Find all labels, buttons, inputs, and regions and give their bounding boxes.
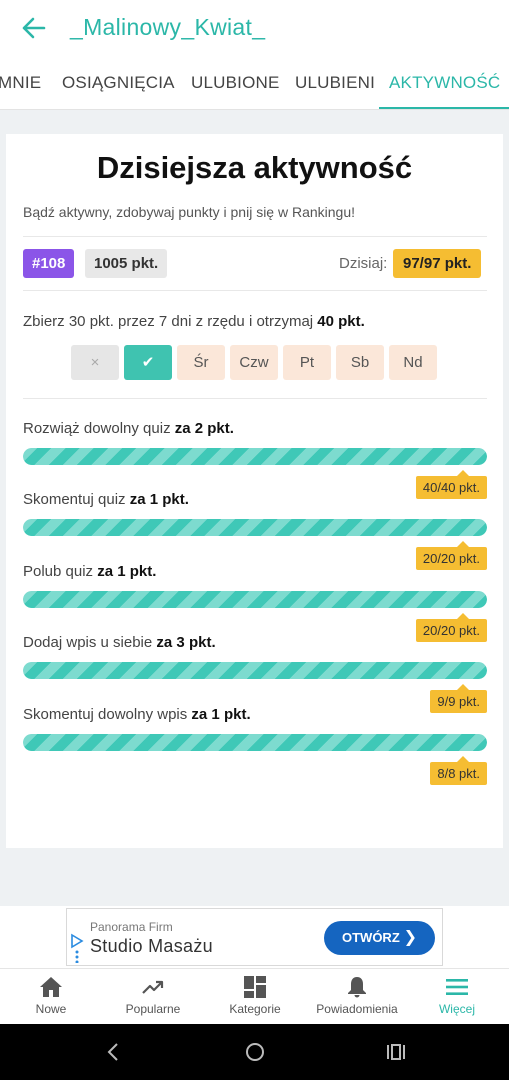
task-progress-bar bbox=[23, 662, 487, 679]
task-progress-bar bbox=[23, 448, 487, 465]
tab-aktywnosc[interactable]: AKTYWNOŚĆ bbox=[389, 73, 500, 93]
task-reward: za 1 pkt. bbox=[129, 491, 189, 508]
day-sr: Śr bbox=[177, 345, 225, 380]
nav-kategorie[interactable]: Kategorie bbox=[204, 969, 306, 1025]
system-back-icon[interactable] bbox=[102, 1040, 126, 1064]
nav-label: Powiadomienia bbox=[316, 1002, 398, 1016]
divider bbox=[23, 398, 487, 399]
day-sb: Sb bbox=[336, 345, 384, 380]
activity-subtitle: Bądź aktywny, zdobywaj punkty i pnij się… bbox=[23, 204, 356, 220]
divider bbox=[23, 236, 487, 237]
rank-badge: #108 bbox=[23, 249, 75, 278]
task-reward: za 1 pkt. bbox=[97, 563, 157, 580]
tab-osiagniecia[interactable]: OSIĄGNIĘCIA bbox=[62, 73, 175, 93]
back-arrow-icon[interactable] bbox=[20, 14, 46, 42]
task-progress-bar bbox=[23, 519, 487, 536]
task-progress-bar bbox=[23, 734, 487, 751]
streak-bonus: 40 pkt. bbox=[317, 313, 365, 330]
task-text: Polub quiz bbox=[23, 563, 94, 580]
chevron-right-icon: ❯ bbox=[403, 929, 417, 946]
day-done: ✔ bbox=[124, 345, 172, 380]
task-reward: za 1 pkt. bbox=[191, 706, 251, 723]
ad-brand: Panorama Firm bbox=[90, 920, 173, 934]
trending-icon bbox=[142, 980, 164, 994]
profile-title: _Malinowy_Kwiat_ bbox=[70, 14, 266, 40]
day-nd: Nd bbox=[389, 345, 437, 380]
ad-open-button[interactable]: OTWÓRZ ❯ bbox=[324, 921, 435, 955]
profile-tabs: MNIE OSIĄGNIĘCIA ULUBIONE ULUBIENI AKTYW… bbox=[0, 56, 509, 110]
ad-title: Studio Masażu bbox=[90, 936, 213, 956]
divider bbox=[23, 290, 487, 291]
nav-label: Nowe bbox=[35, 1002, 67, 1016]
ad-banner[interactable]: Panorama Firm Studio Masażu OTWÓRZ ❯ bbox=[66, 908, 443, 966]
task-progress-label: 20/20 pkt. bbox=[415, 541, 487, 570]
tab-mnie[interactable]: MNIE bbox=[0, 73, 41, 93]
menu-icon bbox=[446, 979, 468, 995]
ad-bar: Panorama Firm Studio Masażu OTWÓRZ ❯ bbox=[0, 906, 509, 968]
tab-ulubieni[interactable]: ULUBIENI bbox=[295, 73, 375, 93]
nav-label: Więcej bbox=[438, 1002, 475, 1016]
app-bar: _Malinowy_Kwiat_ bbox=[0, 0, 509, 56]
progress-fill bbox=[23, 448, 487, 465]
task-progress-bar bbox=[23, 591, 487, 608]
bottom-nav: Nowe Popularne Kategorie Powiadomienia W… bbox=[0, 968, 509, 1024]
progress-fill bbox=[23, 662, 487, 679]
bell-icon bbox=[348, 977, 366, 998]
progress-fill bbox=[23, 591, 487, 608]
active-tab-indicator bbox=[379, 107, 509, 109]
day-pt: Pt bbox=[283, 345, 331, 380]
task-text: Rozwiąż dowolny quiz bbox=[23, 420, 171, 437]
system-nav-bar bbox=[0, 1024, 509, 1080]
nav-powiadomienia[interactable]: Powiadomienia bbox=[306, 969, 408, 1025]
home-icon bbox=[40, 977, 62, 997]
task-progress-label: 20/20 pkt. bbox=[415, 613, 487, 642]
progress-fill bbox=[23, 734, 487, 751]
streak-info: Zbierz 30 pkt. przez 7 dni z rzędu i otr… bbox=[23, 313, 365, 330]
ad-choices-icon[interactable] bbox=[70, 933, 84, 963]
task-text: Skomentuj dowolny wpis bbox=[23, 706, 188, 723]
task-progress-label: 9/9 pkt. bbox=[430, 684, 487, 713]
nav-label: Popularne bbox=[125, 1002, 181, 1016]
day-czw: Czw bbox=[230, 345, 278, 380]
progress-fill bbox=[23, 519, 487, 536]
system-home-icon[interactable] bbox=[243, 1040, 267, 1064]
task-text: Skomentuj quiz bbox=[23, 491, 126, 508]
task-progress-label: 8/8 pkt. bbox=[430, 756, 487, 785]
ad-open-label: OTWÓRZ bbox=[342, 930, 400, 945]
nav-nowe[interactable]: Nowe bbox=[0, 969, 102, 1025]
points-badge: 1005 pkt. bbox=[85, 249, 168, 278]
task-text: Dodaj wpis u siebie bbox=[23, 634, 153, 651]
task-reward: za 3 pkt. bbox=[156, 634, 216, 651]
today-label: Dzisiaj: bbox=[339, 255, 388, 272]
task-reward: za 2 pkt. bbox=[174, 420, 234, 437]
day-missed: × bbox=[71, 345, 119, 380]
nav-wiecej[interactable]: Więcej bbox=[406, 969, 508, 1025]
grid-icon bbox=[244, 976, 266, 998]
activity-title: Dzisiejsza aktywność bbox=[96, 150, 413, 185]
tab-ulubione[interactable]: ULUBIONE bbox=[191, 73, 280, 93]
today-points-badge: 97/97 pkt. bbox=[393, 249, 482, 278]
nav-label: Kategorie bbox=[229, 1002, 281, 1016]
task-progress-label: 40/40 pkt. bbox=[415, 470, 487, 499]
activity-card: Dzisiejsza aktywność Bądź aktywny, zdoby… bbox=[6, 134, 503, 848]
streak-text: Zbierz 30 pkt. przez 7 dni z rzędu i otr… bbox=[23, 313, 314, 330]
system-recents-icon[interactable] bbox=[384, 1040, 408, 1064]
nav-popularne[interactable]: Popularne bbox=[102, 969, 204, 1025]
